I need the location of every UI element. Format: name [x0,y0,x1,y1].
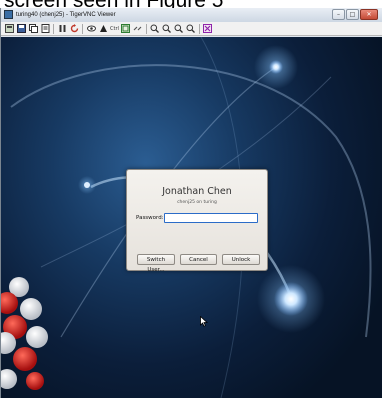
unlock-screen-dialog: Jonathan Chen chenj25 on turing Password… [126,169,268,273]
zoom-100-icon[interactable] [174,24,184,34]
maximize-button[interactable]: □ [346,9,359,20]
cancel-button[interactable]: Cancel [180,254,217,265]
remote-desktop[interactable]: Jonathan Chen chenj25 on turing Password… [1,37,382,398]
vnc-toolbar: Ctrl [1,22,382,36]
switch-user-button[interactable]: Switch User... [137,254,175,273]
toolbar-separator [53,23,54,34]
password-label: Password: [136,215,164,221]
zoom-out-icon[interactable] [162,24,172,34]
options-icon[interactable] [4,24,14,34]
close-window-button[interactable]: ✕ [360,9,378,20]
refresh-icon[interactable] [69,24,79,34]
save-icon[interactable] [16,24,26,34]
zoom-in-icon[interactable] [150,24,160,34]
user-host-label: chenj25 on turing [177,200,217,205]
zoom-fit-icon[interactable] [186,24,196,34]
fullscreen-icon[interactable] [121,24,131,34]
ctrl-alt-del-icon[interactable] [98,24,108,34]
window-title: turing40 (chenj25) - TigerVNC Viewer [16,12,116,18]
vnc-viewer-window: turing40 (chenj25) - TigerVNC Viewer – □… [0,8,382,398]
view-only-icon[interactable] [86,24,96,34]
toolbar-separator [145,23,147,34]
toolbar-separator [82,23,83,34]
ctrl-label[interactable]: Ctrl [110,24,119,34]
tigervnc-app-icon [4,10,13,19]
close-icon[interactable] [203,24,213,34]
user-full-name: Jonathan Chen [162,186,232,197]
pause-icon[interactable] [57,24,67,34]
disconnect-icon[interactable] [133,24,143,34]
mouse-pointer-icon [200,316,208,327]
title-bar[interactable]: turing40 (chenj25) - TigerVNC Viewer – □… [1,8,382,23]
info-icon[interactable] [40,24,50,34]
window-controls: – □ ✕ [331,9,378,20]
copy-icon[interactable] [28,24,38,34]
minimize-button[interactable]: – [332,9,345,20]
toolbar-separator [198,23,200,34]
unlock-button[interactable]: Unlock [222,254,260,265]
password-input[interactable] [164,213,258,223]
